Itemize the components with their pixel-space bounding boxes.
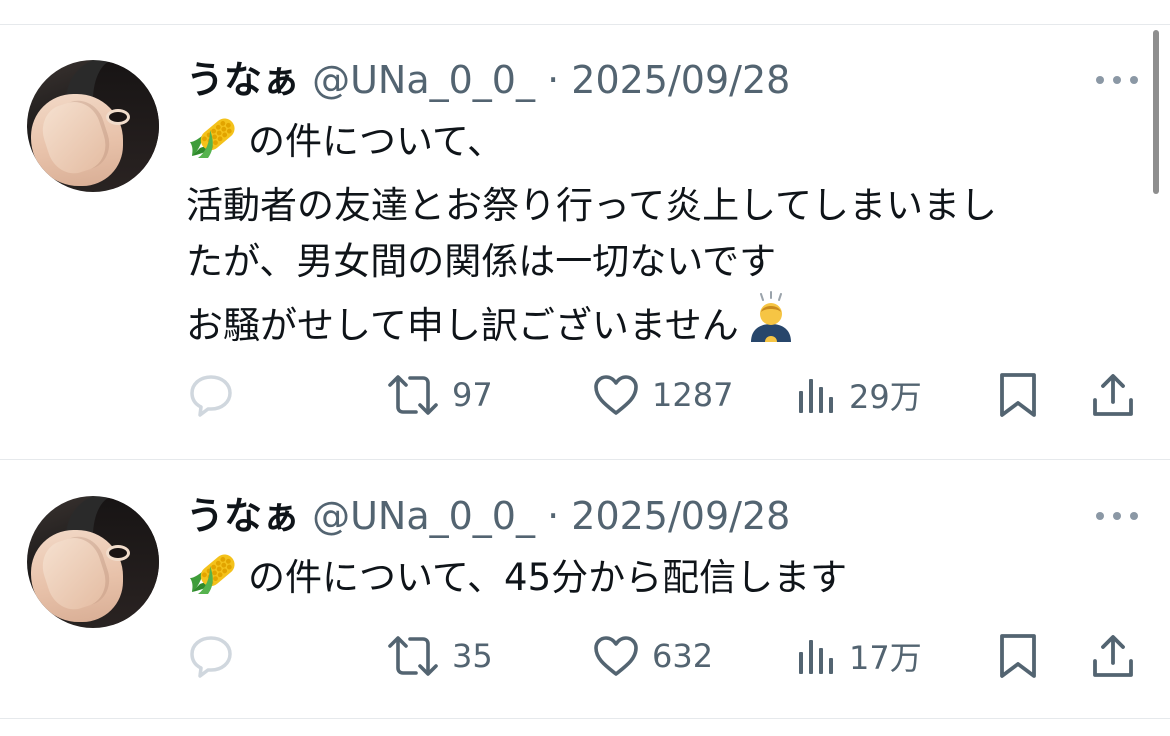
tweet-date[interactable]: 2025/09/28 bbox=[571, 58, 790, 102]
reply-icon bbox=[190, 375, 232, 417]
heart-icon bbox=[594, 375, 638, 415]
like-count: 1287 bbox=[652, 376, 734, 414]
separator: · bbox=[547, 58, 560, 102]
tweet-actions: 97 1287 29万 bbox=[0, 370, 1170, 420]
view-count: 29万 bbox=[849, 378, 922, 416]
share-icon bbox=[1093, 635, 1133, 677]
author-name[interactable]: うなぁ bbox=[186, 58, 300, 102]
tweet-actions: 35 632 17万 bbox=[0, 631, 1170, 681]
reply-button[interactable] bbox=[188, 631, 234, 681]
bookmark-icon bbox=[1000, 634, 1036, 678]
bowing-person-emoji bbox=[743, 290, 799, 362]
author-name[interactable]: うなぁ bbox=[186, 494, 300, 538]
author-handle[interactable]: @UNa_0_0_ bbox=[312, 58, 535, 102]
separator: · bbox=[547, 494, 560, 538]
tweet-line: たが、男女間の関係は一切ないです bbox=[186, 240, 777, 283]
divider-top bbox=[0, 24, 1170, 25]
more-options-icon[interactable] bbox=[1096, 506, 1138, 526]
avatar[interactable] bbox=[27, 496, 159, 628]
divider-middle bbox=[0, 459, 1170, 460]
corn-emoji bbox=[186, 112, 244, 178]
tweet-header: うなぁ @UNa_0_0_ · 2025/09/28 bbox=[186, 58, 790, 102]
retweet-icon bbox=[388, 375, 438, 415]
retweet-count: 35 bbox=[452, 637, 493, 675]
tweet-line: お騒がせして申し訳ございません bbox=[186, 304, 739, 347]
views-icon bbox=[799, 379, 833, 413]
tweet-line: 活動者の友達とお祭り行って炎上してしまいまし bbox=[186, 184, 998, 227]
retweet-icon bbox=[388, 636, 438, 676]
retweet-button[interactable]: 97 bbox=[386, 370, 493, 420]
divider-bottom bbox=[0, 718, 1170, 719]
retweet-count: 97 bbox=[452, 376, 493, 414]
reply-icon bbox=[190, 636, 232, 678]
avatar[interactable] bbox=[27, 60, 159, 192]
tweet-date[interactable]: 2025/09/28 bbox=[571, 494, 790, 538]
more-options-icon[interactable] bbox=[1096, 70, 1138, 90]
scrollbar[interactable] bbox=[1153, 30, 1159, 194]
view-count: 17万 bbox=[849, 639, 922, 677]
tweet-line: の件について、 bbox=[248, 120, 505, 163]
reply-button[interactable] bbox=[188, 370, 234, 420]
share-button[interactable] bbox=[1090, 370, 1136, 420]
heart-icon bbox=[594, 636, 638, 676]
tweet-line: の件について、45分から配信します bbox=[248, 556, 848, 599]
tweet-header: うなぁ @UNa_0_0_ · 2025/09/28 bbox=[186, 494, 790, 538]
share-button[interactable] bbox=[1090, 631, 1136, 681]
like-button[interactable]: 632 bbox=[592, 631, 713, 681]
tweet-text: の件について、 活動者の友達とお祭り行って炎上してしまいまし たが、男女間の関係… bbox=[186, 112, 1136, 362]
corn-emoji bbox=[186, 548, 244, 614]
bookmark-icon bbox=[1000, 373, 1036, 417]
author-handle[interactable]: @UNa_0_0_ bbox=[312, 494, 535, 538]
bookmark-button[interactable] bbox=[998, 631, 1038, 681]
views-icon bbox=[799, 640, 833, 674]
like-button[interactable]: 1287 bbox=[592, 370, 733, 420]
bookmark-button[interactable] bbox=[998, 370, 1038, 420]
views-button[interactable]: 29万 bbox=[797, 370, 922, 420]
retweet-button[interactable]: 35 bbox=[386, 631, 493, 681]
tweet-text: の件について、45分から配信します bbox=[186, 548, 1136, 614]
share-icon bbox=[1093, 374, 1133, 416]
views-button[interactable]: 17万 bbox=[797, 631, 922, 681]
like-count: 632 bbox=[652, 637, 714, 675]
